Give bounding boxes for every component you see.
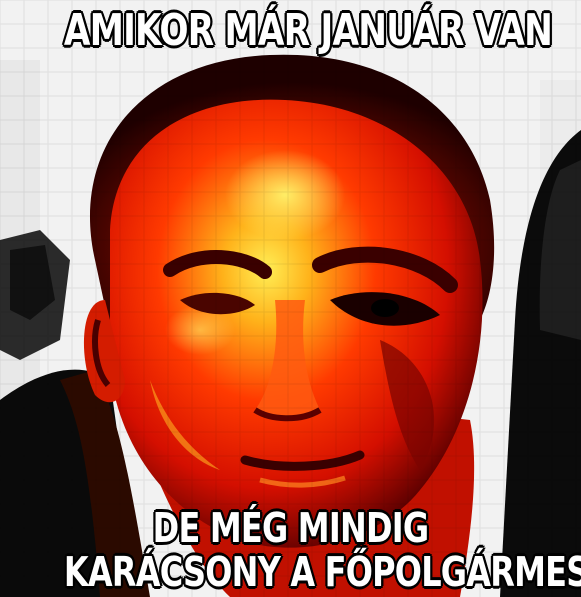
bottom-caption: DE MÉG MINDIG KARÁCSONY A FŐPOLGÁRMESTER bbox=[63, 504, 581, 596]
bottom-caption-line-2: KARÁCSONY A FŐPOLGÁRMESTER bbox=[63, 548, 581, 596]
bottom-caption-line-1: DE MÉG MINDIG bbox=[152, 504, 429, 552]
meme-canvas: AMIKOR MÁR JANUÁR VAN DE MÉG MINDIG KARÁ… bbox=[0, 0, 581, 597]
top-caption: AMIKOR MÁR JANUÁR VAN bbox=[63, 5, 553, 56]
